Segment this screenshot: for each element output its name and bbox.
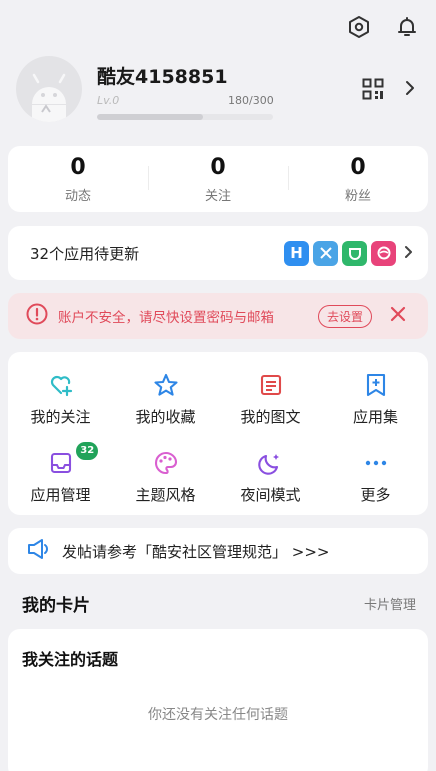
feature-grid: 我的关注 我的收藏 我的图文 应用集 应用管理 32 主题风格 夜间模式 更多 [8,352,428,515]
xp-text: 180/300 [228,94,274,107]
menu-app-management[interactable]: 应用管理 32 [8,438,113,516]
megaphone-icon [26,537,52,565]
menu-night-mode[interactable]: 夜间模式 [218,438,323,516]
app-h-icon: H [284,240,309,266]
notice-text: 发帖请参考「酷安社区管理规范」 >>> [62,542,330,561]
palette-icon [151,448,181,478]
qr-code-icon[interactable] [362,78,384,104]
security-warning-banner: 账户不安全，请尽快设置密码与邮箱 去设置 [8,293,428,339]
level-label: Lv.0 [97,94,120,107]
stat-following[interactable]: 0 关注 [148,146,288,212]
menu-label: 主题风格 [135,485,196,504]
menu-more[interactable]: 更多 [323,438,428,516]
update-app-icons: H [284,240,396,266]
menu-label: 我的关注 [30,408,91,427]
stat-posts[interactable]: 0 动态 [8,146,148,212]
card-management-link[interactable]: 卡片管理 [364,594,416,613]
menu-label: 我的图文 [240,408,301,427]
stat-count: 0 [210,154,226,180]
topics-title: 我关注的话题 [22,650,119,669]
menu-label: 我的收藏 [135,408,196,427]
more-dots-icon [361,448,391,478]
warning-text: 账户不安全，请尽快设置密码与邮箱 [58,310,274,326]
menu-app-collections[interactable]: 应用集 [323,360,428,438]
username[interactable]: 酷友4158851 [97,62,228,89]
stat-followers[interactable]: 0 粉丝 [288,146,428,212]
updates-text: 32个应用待更新 [30,244,140,263]
moon-icon [256,448,286,478]
section-title: 我的卡片 [22,596,90,616]
stats-card: 0 动态 0 关注 0 粉丝 [8,146,428,212]
chevron-right-icon [404,244,414,263]
alert-circle-icon [26,303,48,329]
update-count-badge: 32 [76,441,99,460]
star-icon [151,370,181,400]
menu-label: 夜间模式 [240,485,301,504]
menu-label: 应用集 [352,408,398,427]
close-icon[interactable] [390,306,406,326]
app-crossed-icon [313,240,338,266]
community-notice-card[interactable]: 发帖请参考「酷安社区管理规范」 >>> [8,528,428,574]
stat-count: 0 [350,154,366,180]
app-mi-icon [342,240,367,266]
top-bar [346,14,420,40]
menu-my-favorites[interactable]: 我的收藏 [113,360,218,438]
menu-my-follows[interactable]: 我的关注 [8,360,113,438]
stat-label: 粉丝 [344,188,371,204]
stat-label: 关注 [204,188,231,204]
xp-progress-fill [97,114,203,120]
stat-label: 动态 [64,188,91,204]
go-settings-button[interactable]: 去设置 [317,304,372,328]
document-icon [256,370,286,400]
empty-state-text: 你还没有关注任何话题 [148,707,288,723]
heart-plus-icon [46,370,76,400]
stat-count: 0 [70,154,86,180]
menu-my-posts[interactable]: 我的图文 [218,360,323,438]
chevron-right-icon[interactable] [404,80,416,100]
app-updates-card[interactable]: 32个应用待更新 H [8,226,428,280]
notification-bell-icon[interactable] [394,14,420,40]
inbox-icon [46,448,76,478]
bookmark-plus-icon [361,370,391,400]
menu-themes[interactable]: 主题风格 [113,438,218,516]
followed-topics-card: 我关注的话题 你还没有关注任何话题 [8,629,428,771]
profile-header[interactable]: 酷友4158851 Lv.0 180/300 [16,56,420,126]
avatar[interactable] [16,56,82,122]
menu-label: 应用管理 [30,485,91,504]
menu-label: 更多 [360,485,391,504]
xp-progress-bar [97,114,273,120]
settings-icon[interactable] [346,14,372,40]
app-pink-icon [371,240,396,266]
